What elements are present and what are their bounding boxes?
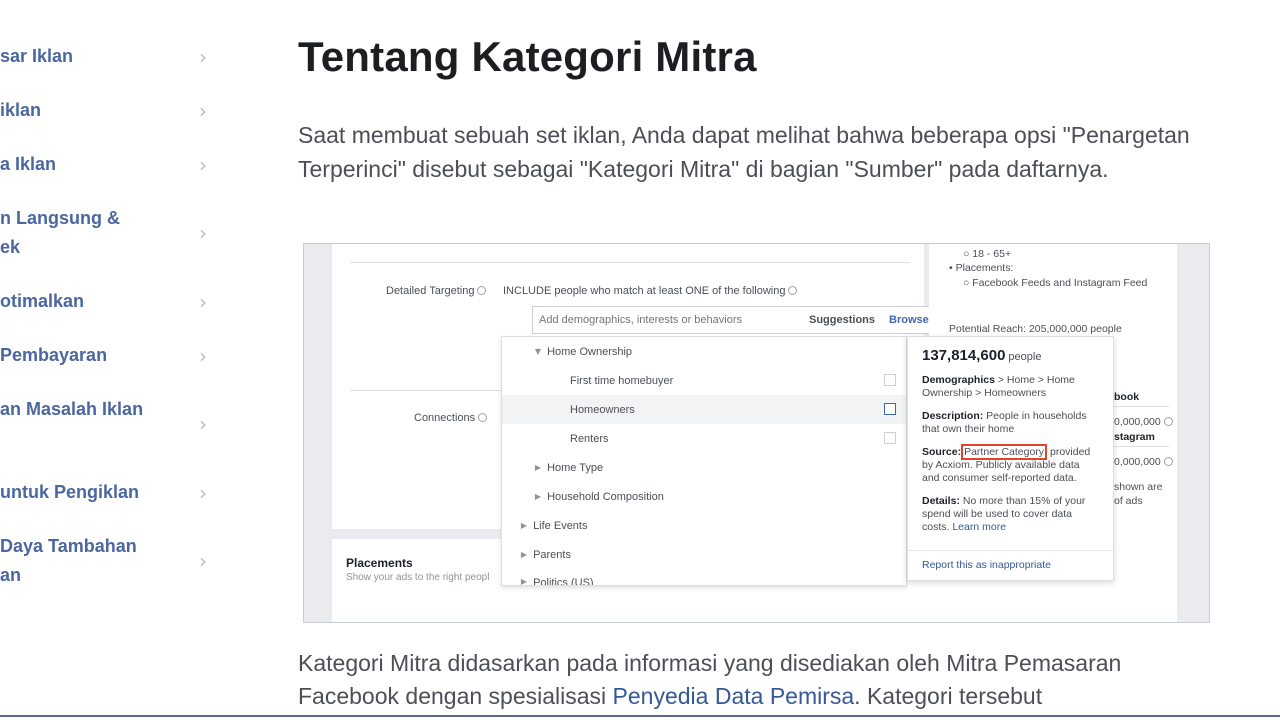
tab-suggestions[interactable]: Suggestions [809,314,875,326]
chevron-right-icon: › [199,412,207,436]
sidebar-item-daya-tambahan[interactable]: Daya Tambahan an › [0,532,210,590]
list-item[interactable]: Homeowners [502,395,906,424]
list-item[interactable]: ▶ Parents [502,540,906,569]
info-icon [788,286,798,295]
placements-subtitle: Show your ads to the right peopl [346,572,490,583]
list-item[interactable]: Renters [502,424,906,453]
sidebar-nav: sar Iklan › iklan › a Iklan › n Langsung… [0,0,230,720]
list-item[interactable]: First time homebuyer [502,366,906,395]
detailed-targeting-label: Detailed Targeting [386,285,487,297]
page-title: Tentang Kategori Mitra [298,33,757,80]
chevron-right-icon: › [199,152,207,177]
shown-text: shown are [1114,481,1163,493]
targeting-screenshot-figure: Detailed Targeting INCLUDE people who ma… [303,243,1210,623]
chevron-right-icon: › [199,289,207,314]
checkbox[interactable] [884,403,896,415]
list-item[interactable]: ▶ Life Events [502,511,906,540]
chevron-right-icon: › [199,549,207,573]
source-text: Source: Partner Category provided by Acxi… [922,444,1091,484]
placements-title: Placements [346,556,413,570]
category-info-tooltip: 137,814,600 people Demographics > Home > … [907,336,1114,581]
sidebar-item-a-iklan[interactable]: a Iklan › [0,150,210,179]
list-item[interactable]: ▶ Politics (US) [502,569,906,585]
info-icon [1163,417,1173,426]
divider [1114,406,1169,407]
info-icon [477,286,487,295]
report-inappropriate-link[interactable]: Report this as inappropriate [908,550,1113,580]
reach-value: 0,000,000 [1114,416,1173,428]
age-range: ○ 18 - 65+ [963,248,1012,260]
sidebar-item-langsung[interactable]: n Langsung & ek › [0,204,210,262]
chevron-right-icon: › [199,343,207,368]
description-text: Description: People in households that o… [922,410,1087,435]
info-icon [478,413,488,422]
sidebar-item-label: sar Iklan [0,46,74,66]
info-icon [1163,457,1173,466]
sidebar-item-label: iklan [0,100,42,120]
bottom-divider [0,715,1280,717]
sidebar-item-label: n Langsung & ek [0,208,120,257]
list-item[interactable]: ▶ Household Composition [502,482,906,511]
targeting-search-box[interactable]: Suggestions Browse [532,306,937,334]
sidebar-item-label: otimalkan [0,291,85,311]
potential-reach: Potential Reach: 205,000,000 people [949,323,1122,335]
sidebar-item-label: a Iklan [0,154,57,174]
sidebar-item-label: Daya Tambahan an [0,536,137,585]
partner-category-highlight: Partner Category [961,444,1048,460]
chevron-right-icon: › [199,221,207,245]
paragraph-text: . Kategori tersebut [854,683,1043,709]
body-paragraph: Kategori Mitra didasarkan pada informasi… [298,647,1208,713]
caret-right-icon: ▶ [520,521,528,530]
sidebar-item-pengiklan[interactable]: untuk Pengiklan › [0,478,210,507]
sidebar-item-iklan[interactable]: iklan › [0,96,210,125]
demographics-path: Demographics > Home > Home Ownership > H… [922,374,1075,399]
divider [350,262,910,263]
connections-label: Connections [414,412,488,424]
chevron-right-icon: › [199,480,207,505]
audience-data-provider-link[interactable]: Penyedia Data Pemirsa [613,683,855,709]
search-input[interactable] [539,314,789,326]
chevron-right-icon: › [199,44,207,69]
caret-right-icon: ▶ [520,577,528,585]
caret-down-icon: ▼ [534,347,542,356]
sidebar-item-label: Pembayaran [0,345,108,365]
instagram-label: stagram [1114,431,1155,443]
sidebar-item-pembayaran[interactable]: Pembayaran › [0,341,210,370]
audience-count: 137,814,600 people [922,347,1042,364]
intro-paragraph: Saat membuat sebuah set iklan, Anda dapa… [298,122,1190,182]
divider [1114,446,1169,447]
placements-label: • Placements: [949,262,1014,274]
caret-right-icon: ▶ [534,492,542,501]
reach-value: 0,000,000 [1114,456,1173,468]
checkbox[interactable] [884,374,896,386]
shown-text: of ads [1114,495,1143,507]
chevron-right-icon: › [199,98,207,123]
tab-browse[interactable]: Browse [889,314,929,326]
include-text: INCLUDE people who match at least ONE of… [503,285,798,297]
learn-more-link[interactable]: Learn more [952,521,1006,533]
browse-dropdown: ▼ Home Ownership First time homebuyer Ho… [501,336,907,586]
sidebar-item-optimalkan[interactable]: otimalkan › [0,287,210,316]
caret-right-icon: ▶ [520,550,528,559]
sidebar-item-label: an Masalah Iklan [0,399,144,419]
sidebar-item-dasar-iklan[interactable]: sar Iklan › [0,42,210,71]
list-item[interactable]: ▶ Home Type [502,453,906,482]
sidebar-item-label: untuk Pengiklan [0,482,140,502]
sidebar-item-masalah-iklan[interactable]: an Masalah Iklan › [0,395,210,453]
list-item[interactable]: ▼ Home Ownership [502,337,906,366]
facebook-label: book [1114,391,1140,403]
checkbox[interactable] [884,432,896,444]
caret-right-icon: ▶ [534,463,542,472]
details-text: Details: No more than 15% of your spend … [922,495,1086,533]
feeds-text: ○ Facebook Feeds and Instagram Feed [963,277,1148,289]
